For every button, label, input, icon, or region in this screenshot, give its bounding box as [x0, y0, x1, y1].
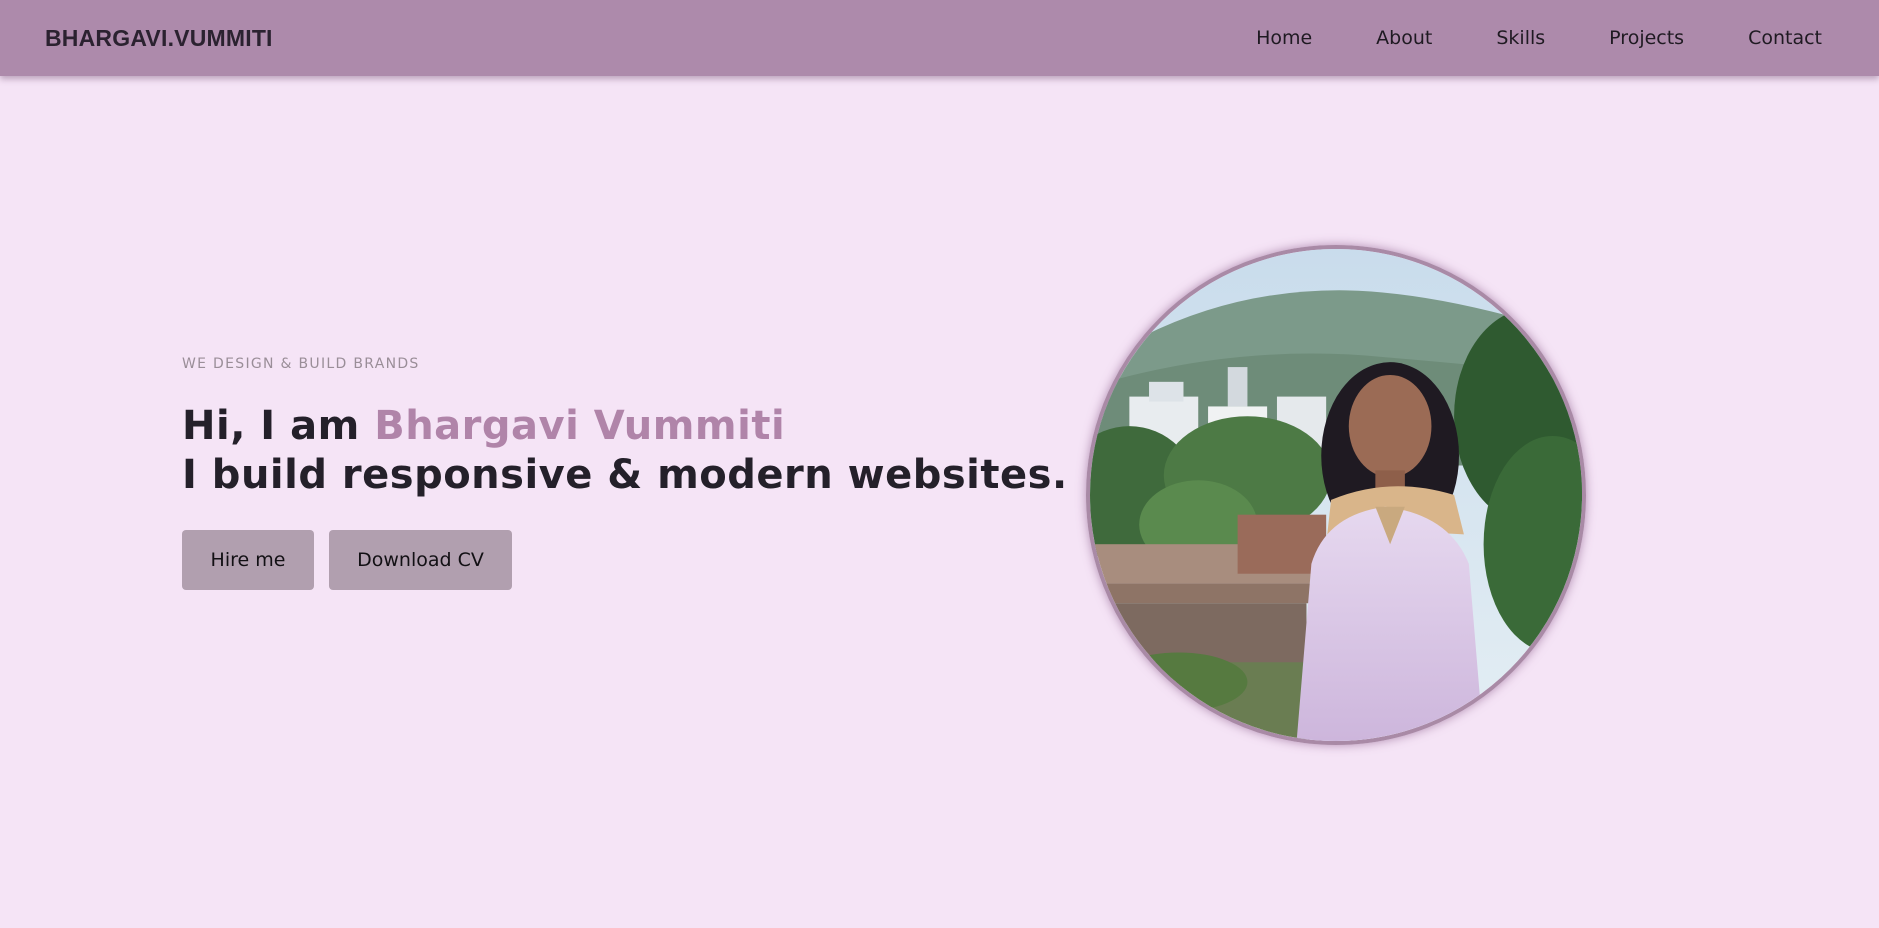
navbar: BHARGAVI.VUMMITI Home About Skills Proje… [0, 0, 1879, 76]
hero-tagline: WE DESIGN & BUILD BRANDS [182, 356, 420, 372]
profile-photo [1086, 245, 1586, 745]
nav-skills-link[interactable]: Skills [1496, 27, 1545, 49]
brand-logo[interactable]: BHARGAVI.VUMMITI [45, 25, 273, 52]
nav-contact-link[interactable]: Contact [1748, 27, 1822, 49]
nav-links: Home About Skills Projects Contact [1256, 27, 1822, 49]
hire-me-button[interactable]: Hire me [182, 530, 314, 590]
nav-about-link[interactable]: About [1376, 27, 1432, 49]
hero-buttons: Hire me Download CV [182, 530, 1082, 590]
nav-projects-link[interactable]: Projects [1609, 27, 1684, 49]
download-cv-button[interactable]: Download CV [329, 530, 512, 590]
nav-home-link[interactable]: Home [1256, 27, 1312, 49]
hero-name: Bhargavi Vummiti [374, 403, 786, 449]
hero-subtitle: I build responsive & modern websites. [182, 452, 1068, 498]
hero-section: WE DESIGN & BUILD BRANDS Hi, I am Bharga… [182, 356, 1082, 590]
profile-photo-image [1090, 249, 1582, 741]
hero-headline: Hi, I am Bhargavi Vummiti I build respon… [182, 402, 1082, 500]
greeting-text: Hi, I am [182, 403, 375, 449]
